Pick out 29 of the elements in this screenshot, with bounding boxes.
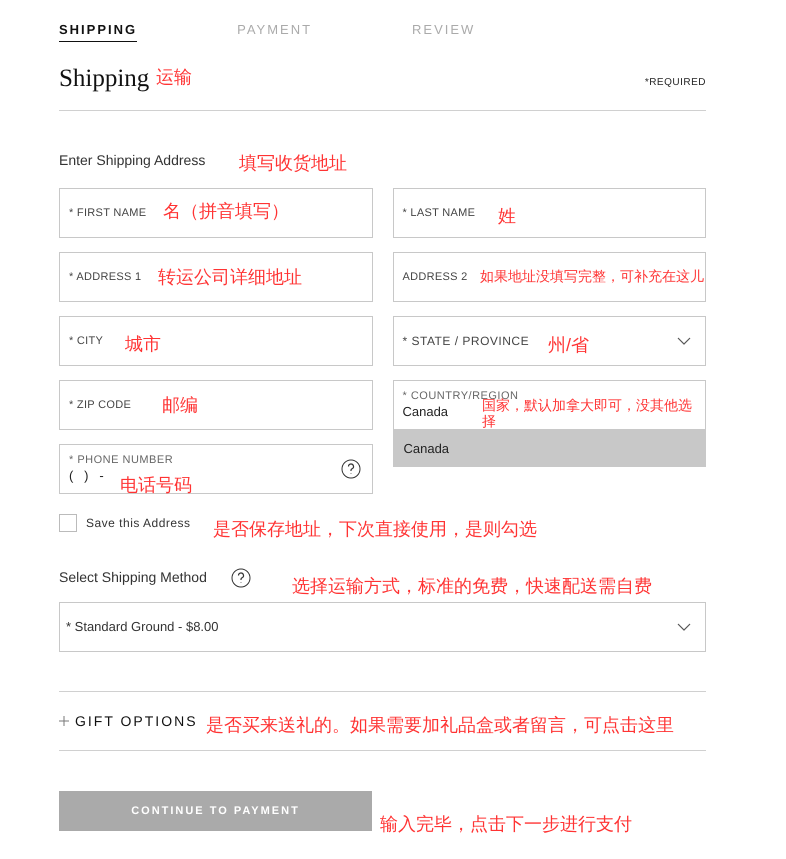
annotation-note: 选择运输方式，标准的免费，快速配送需自费: [292, 575, 652, 597]
section-label: Select Shipping Method: [59, 568, 207, 587]
checkbox[interactable]: [59, 514, 77, 532]
section-label: Enter Shipping Address: [59, 151, 206, 169]
help-icon[interactable]: [230, 568, 251, 588]
page-title: Shipping: [59, 64, 150, 94]
chevron-down-icon: [677, 623, 691, 631]
gift-options-toggle[interactable]: GIFT OPTIONS: [59, 710, 198, 732]
annotation-note: 州/省: [548, 334, 590, 356]
plus-icon: [59, 716, 69, 726]
annotation-note: 运输: [156, 66, 192, 88]
dropdown-option[interactable]: Canada: [392, 430, 706, 467]
annotation-note: 邮编: [162, 394, 198, 416]
annotation-note: 城市: [125, 333, 161, 355]
annotation-note: 填写收货地址: [239, 152, 347, 174]
annotation-note: 如果地址没填写完整，可补充在这儿: [480, 268, 704, 285]
annotation-note: 是否买来送礼的。如果需要加礼品盒或者留言，可点击这里: [206, 714, 674, 736]
chevron-down-icon: [677, 337, 691, 345]
annotation-note: 是否保存地址，下次直接使用，是则勾选: [213, 518, 537, 540]
shipping-method-dropdown[interactable]: * Standard Ground - $8.00: [59, 602, 706, 652]
required-note: *REQUIRED: [644, 76, 706, 90]
help-icon[interactable]: [340, 459, 360, 479]
annotation-note: 电话号码: [120, 474, 192, 496]
checkbox-label: Save this Address: [86, 515, 191, 532]
annotation-note: 姓: [498, 205, 516, 227]
annotation-note: 输入完毕，点击下一步进行支付: [380, 813, 632, 835]
annotation-note: 转运公司详细地址: [158, 266, 302, 288]
step-tab[interactable]: SHIPPING: [59, 20, 138, 42]
annotation-note: 名（拼音填写）: [163, 200, 289, 222]
